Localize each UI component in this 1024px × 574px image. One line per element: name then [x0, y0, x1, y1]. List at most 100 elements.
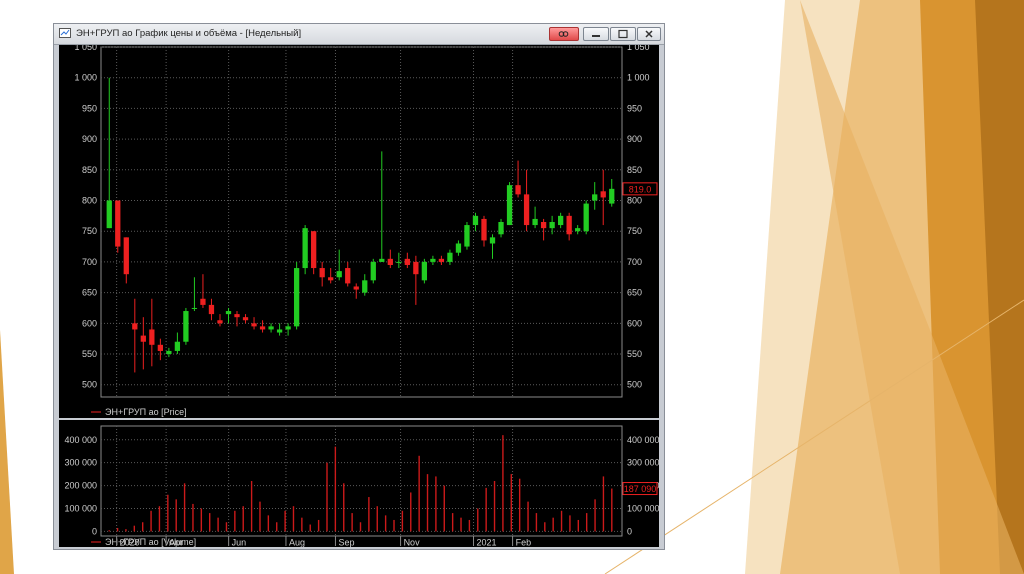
price-tick-label-left: 750: [82, 226, 97, 236]
volume-tick-label-left: 400 000: [64, 435, 97, 445]
candle-body: [106, 200, 112, 229]
candle-body: [132, 323, 138, 330]
price-tick-label-right: 600: [627, 318, 642, 328]
candle-body: [387, 258, 393, 265]
volume-tick-label-right: 400 000: [627, 435, 659, 445]
window-titlebar[interactable]: ЭН+ГРУП ао График цены и объёма - [Недел…: [54, 24, 664, 45]
time-axis-label: Nov: [404, 538, 421, 548]
maximize-icon: [618, 29, 628, 39]
candle-body: [592, 194, 598, 201]
price-tick-label-right: 950: [627, 103, 642, 113]
candle-body: [285, 326, 291, 330]
candle-body: [311, 231, 317, 269]
price-tick-label-left: 800: [82, 196, 97, 206]
volume-tick-label-left: 300 000: [64, 458, 97, 468]
minimize-icon: [592, 35, 600, 37]
price-tick-label-right: 650: [627, 288, 642, 298]
candle-body: [583, 203, 589, 232]
candle-body: [183, 311, 189, 342]
price-volume-chart: 500 500 550 550 600 600 650 650 700 700 750 750 800 8…: [59, 45, 659, 547]
link-icon: [558, 31, 569, 37]
candle-body: [515, 185, 521, 195]
candle-body: [345, 268, 351, 284]
time-axis-label: Sep: [338, 538, 354, 548]
window-title: ЭН+ГРУП ао График цены и объёма - [Недел…: [76, 28, 302, 39]
price-tick-label-right: 750: [627, 226, 642, 236]
candle-body: [362, 280, 368, 293]
candle-body: [464, 225, 470, 247]
candle-body: [447, 252, 453, 262]
close-button[interactable]: [637, 27, 661, 41]
candle-body: [575, 228, 581, 232]
price-tick-label-right: 850: [627, 165, 642, 175]
time-axis-label: Feb: [516, 538, 532, 548]
price-tick-label-left: 850: [82, 165, 97, 175]
candle-body: [149, 329, 155, 345]
candle-body: [251, 323, 257, 327]
link-button[interactable]: [549, 27, 579, 41]
volume-tick-label-right: 0: [627, 526, 632, 536]
candle-body: [413, 261, 419, 275]
price-last-value-label: 819.0: [629, 184, 652, 194]
volume-tick-label-left: 0: [92, 526, 97, 536]
candle-body: [540, 222, 547, 229]
candle-body: [506, 185, 513, 226]
chart-window-icon: [59, 28, 71, 38]
candle-body: [174, 341, 181, 351]
maximize-button[interactable]: [610, 27, 636, 41]
candle-body: [166, 350, 172, 355]
price-tick-label-left: 1 050: [74, 45, 97, 52]
candle-body: [268, 326, 274, 330]
candle-body: [421, 261, 428, 281]
candle-body: [276, 329, 283, 333]
price-legend-label: ЭН+ГРУП ао [Price]: [105, 407, 187, 417]
candle-body: [115, 200, 121, 247]
volume-tick-label-right: 100 000: [627, 504, 659, 514]
time-axis-label: 2021: [477, 538, 497, 548]
minimize-button[interactable]: [583, 27, 609, 41]
price-tick-label-right: 700: [627, 257, 642, 267]
price-tick-label-left: 600: [82, 318, 97, 328]
candle-body: [523, 194, 530, 226]
candle-body: [208, 304, 215, 315]
candle-body: [549, 222, 555, 229]
candle-body: [532, 218, 538, 226]
candle-body: [353, 286, 359, 290]
candle-body: [472, 215, 479, 226]
candle-body: [123, 237, 129, 275]
chart-window: ЭН+ГРУП ао График цены и объёма - [Недел…: [53, 23, 665, 550]
candle-body: [140, 335, 146, 342]
volume-tick-label-right: 300 000: [627, 458, 659, 468]
candle-body: [302, 228, 308, 269]
candle-body: [396, 261, 402, 263]
price-tick-label-left: 700: [82, 257, 97, 267]
candle-body: [242, 317, 249, 321]
candle-body: [481, 218, 487, 241]
candle-body: [430, 258, 436, 262]
volume-last-value-label: 187 090: [624, 484, 657, 494]
price-tick-label-right: 550: [627, 349, 642, 359]
candle-body: [455, 243, 462, 253]
candle-body: [328, 277, 334, 281]
candle-body: [217, 320, 223, 324]
candle-body: [379, 258, 385, 262]
candle-body: [489, 237, 496, 244]
candle-body: [157, 344, 163, 351]
candle-body: [566, 215, 572, 235]
time-axis-label: Aug: [289, 538, 305, 548]
candle-body: [609, 188, 615, 204]
price-tick-label-left: 900: [82, 134, 97, 144]
candle-body: [225, 311, 232, 315]
price-tick-label-left: 950: [82, 103, 97, 113]
candle-body: [234, 314, 240, 318]
price-tick-label-left: 550: [82, 349, 97, 359]
time-axis-label: Apr: [169, 538, 183, 548]
price-tick-label-right: 1 050: [627, 45, 650, 52]
candle-body: [370, 261, 376, 281]
candle-body: [191, 307, 198, 309]
price-tick-label-right: 500: [627, 380, 642, 390]
candle-body: [259, 326, 266, 330]
volume-tick-label-left: 100 000: [64, 504, 97, 514]
price-tick-label-left: 500: [82, 380, 97, 390]
price-tick-label-left: 1 000: [74, 73, 97, 83]
